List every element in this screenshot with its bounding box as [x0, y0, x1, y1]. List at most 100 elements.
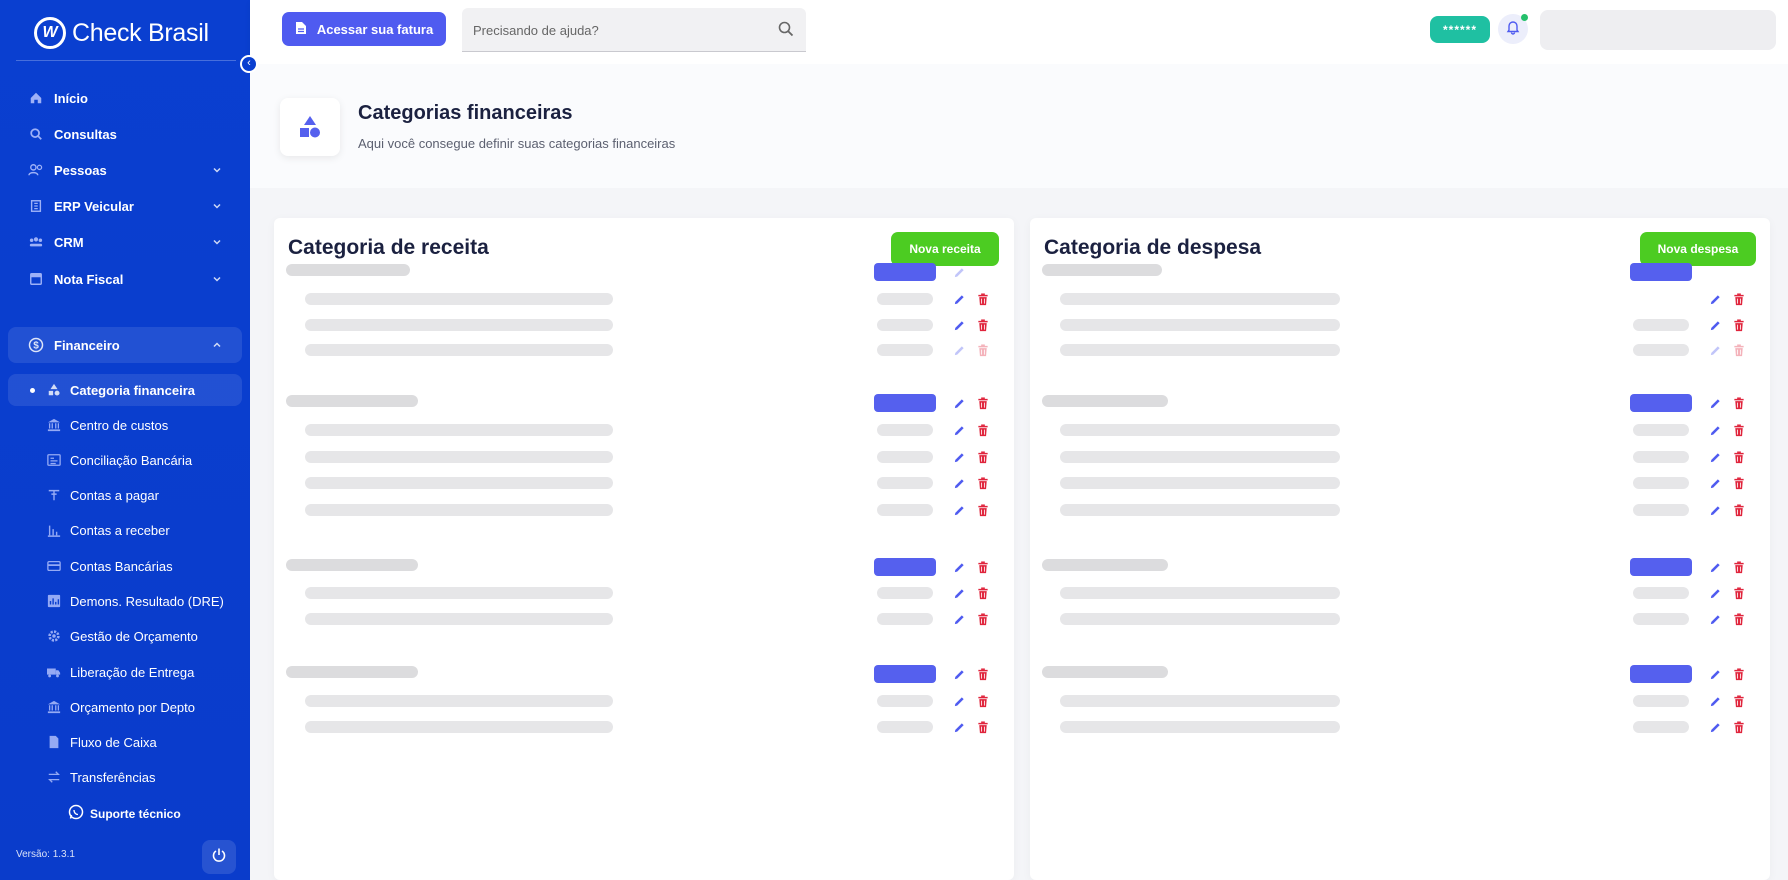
delete-icon[interactable]: [1732, 694, 1746, 708]
subcategory-name-placeholder: [305, 319, 613, 331]
logout-button[interactable]: [202, 840, 236, 874]
delete-icon[interactable]: [976, 612, 990, 626]
delete-icon[interactable]: [1732, 318, 1746, 332]
sidebar-item-inicio[interactable]: Início: [8, 80, 242, 116]
sidebar-item-erp-veicular[interactable]: ERP Veicular: [8, 188, 242, 224]
edit-icon[interactable]: [1708, 318, 1722, 332]
edit-icon[interactable]: [1708, 612, 1722, 626]
delete-icon[interactable]: [976, 720, 990, 734]
sidebar-item-crm[interactable]: CRM: [8, 224, 242, 260]
edit-icon[interactable]: [1708, 396, 1722, 410]
sidebar-subitem-categoria-financeira[interactable]: Categoria financeira: [8, 374, 242, 406]
delete-icon[interactable]: [976, 450, 990, 464]
delete-icon[interactable]: [1732, 396, 1746, 410]
edit-icon[interactable]: [1708, 292, 1722, 306]
sidebar-item-financeiro[interactable]: $ Financeiro: [8, 327, 242, 363]
edit-icon[interactable]: [952, 503, 966, 517]
delete-icon[interactable]: [976, 503, 990, 517]
delete-icon[interactable]: [976, 343, 990, 357]
edit-icon[interactable]: [952, 265, 966, 279]
delete-icon[interactable]: [1732, 612, 1746, 626]
edit-icon[interactable]: [1708, 560, 1722, 574]
sidebar-subitem-gestao-de-orcamento[interactable]: Gestão de Orçamento: [8, 620, 242, 652]
notifications-button[interactable]: [1498, 14, 1528, 44]
sidebar-subitem-contas-a-receber[interactable]: Contas a receber: [8, 514, 242, 546]
edit-icon[interactable]: [952, 450, 966, 464]
delete-icon[interactable]: [1732, 720, 1746, 734]
delete-icon[interactable]: [976, 560, 990, 574]
brand[interactable]: W Check Brasil: [34, 14, 209, 52]
sidebar-subitem-centro-de-custos[interactable]: Centro de custos: [8, 409, 242, 441]
edit-icon[interactable]: [952, 612, 966, 626]
sidebar-item-consultas[interactable]: Consultas: [8, 116, 242, 152]
sidebar-subitem-label: Contas a receber: [70, 522, 170, 538]
user-menu[interactable]: [1540, 10, 1776, 50]
delete-icon[interactable]: [1732, 560, 1746, 574]
category-type-badge: [1630, 665, 1692, 683]
sidebar-subitem-fluxo-de-caixa[interactable]: Fluxo de Caixa: [8, 726, 242, 758]
delete-icon[interactable]: [1732, 292, 1746, 306]
sidebar-collapse-button[interactable]: ‹: [240, 55, 258, 73]
help-search-input[interactable]: [462, 8, 762, 52]
edit-icon[interactable]: [952, 586, 966, 600]
edit-icon[interactable]: [952, 343, 966, 357]
edit-icon[interactable]: [1708, 503, 1722, 517]
edit-icon[interactable]: [952, 720, 966, 734]
edit-icon[interactable]: [952, 694, 966, 708]
delete-icon[interactable]: [976, 476, 990, 490]
swap-icon: [46, 769, 62, 785]
delete-icon[interactable]: [976, 318, 990, 332]
edit-icon[interactable]: [1708, 694, 1722, 708]
delete-icon[interactable]: [1732, 423, 1746, 437]
edit-icon[interactable]: [1708, 343, 1722, 357]
edit-icon[interactable]: [952, 318, 966, 332]
sidebar-subitem-orcamento-por-depto[interactable]: Orçamento por Depto: [8, 691, 242, 723]
delete-icon[interactable]: [976, 586, 990, 600]
delete-icon[interactable]: [1732, 503, 1746, 517]
sidebar-subitem-dre[interactable]: Demons. Resultado (DRE): [8, 585, 242, 617]
delete-icon[interactable]: [1732, 667, 1746, 681]
delete-icon[interactable]: [976, 694, 990, 708]
edit-icon[interactable]: [952, 292, 966, 306]
sidebar-subitem-contas-bancarias[interactable]: Contas Bancárias: [8, 550, 242, 582]
support-label: Suporte técnico: [90, 806, 181, 821]
edit-icon[interactable]: [1708, 423, 1722, 437]
access-invoice-label: Acessar sua fatura: [316, 21, 434, 37]
edit-icon[interactable]: [1708, 720, 1722, 734]
new-revenue-button[interactable]: Nova receita: [891, 232, 999, 266]
edit-icon[interactable]: [952, 560, 966, 574]
edit-icon[interactable]: [952, 476, 966, 490]
delete-icon[interactable]: [1732, 586, 1746, 600]
edit-icon[interactable]: [952, 423, 966, 437]
edit-icon[interactable]: [952, 396, 966, 410]
new-expense-button[interactable]: Nova despesa: [1640, 232, 1756, 266]
masked-balance-pill[interactable]: ******: [1430, 16, 1490, 43]
category-name-placeholder: [1042, 264, 1162, 276]
delete-icon[interactable]: [976, 423, 990, 437]
sidebar-subitem-transferencias[interactable]: Transferências: [8, 761, 242, 793]
subcategory-value-placeholder: [1633, 587, 1689, 599]
edit-icon[interactable]: [1708, 450, 1722, 464]
edit-icon[interactable]: [1708, 476, 1722, 490]
delete-icon[interactable]: [1732, 476, 1746, 490]
sidebar-subitem-conciliacao-bancaria[interactable]: Conciliação Bancária: [8, 444, 242, 476]
edit-icon[interactable]: [952, 667, 966, 681]
support-link[interactable]: Suporte técnico: [68, 804, 181, 823]
chevron-down-icon: [212, 199, 222, 214]
delete-icon[interactable]: [976, 292, 990, 306]
search-icon[interactable]: [778, 21, 794, 42]
delete-icon[interactable]: [1732, 450, 1746, 464]
edit-icon[interactable]: [1708, 667, 1722, 681]
sidebar-item-nota-fiscal[interactable]: Nota Fiscal: [8, 261, 242, 297]
sidebar-subitem-liberacao-de-entrega[interactable]: Liberação de Entrega: [8, 656, 242, 688]
delete-icon[interactable]: [976, 667, 990, 681]
sidebar-item-label: Pessoas: [54, 162, 107, 178]
subcategory-value-placeholder: [877, 293, 933, 305]
sidebar-subitem-contas-a-pagar[interactable]: Contas a pagar: [8, 479, 242, 511]
delete-icon[interactable]: [976, 396, 990, 410]
access-invoice-button[interactable]: Acessar sua fatura: [282, 12, 446, 46]
subcategory-value-placeholder: [1633, 451, 1689, 463]
delete-icon[interactable]: [1732, 343, 1746, 357]
edit-icon[interactable]: [1708, 586, 1722, 600]
sidebar-item-pessoas[interactable]: Pessoas: [8, 152, 242, 188]
